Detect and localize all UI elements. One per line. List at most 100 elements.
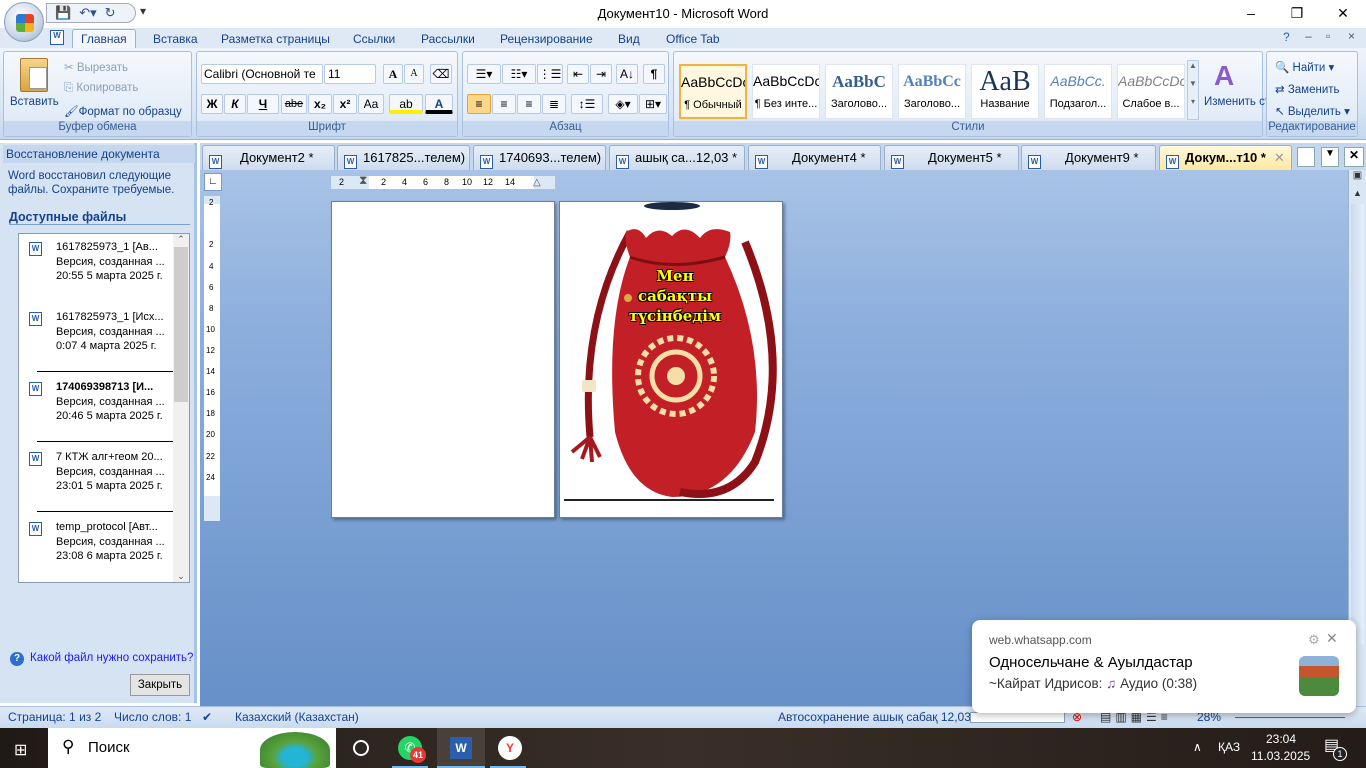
recovered-file-item[interactable]: W 1617825973_1 [Ав... Версия, созданная ..… (19, 236, 174, 306)
copy-button[interactable]: ⎘ Копировать (64, 82, 138, 95)
whatsapp-notification[interactable]: web.whatsapp.com ⚙ ✕ Односельчане & Ауыл… (972, 620, 1356, 713)
tab-review[interactable]: Рецензирование (492, 30, 601, 48)
ribbon-restore-icon[interactable]: ▫ (1326, 29, 1330, 43)
tab-page-layout[interactable]: Разметка страницы (213, 30, 338, 48)
doc-tab[interactable]: W 1740693...телем) (473, 145, 606, 170)
multilevel-list-icon[interactable]: ⋮☰ (537, 64, 563, 84)
find-button[interactable]: 🔍 Найти ▾ (1275, 60, 1334, 74)
tab-office-tab[interactable]: Office Tab (658, 30, 728, 48)
show-hidden-icons[interactable]: ∧ (1193, 740, 1202, 754)
clock-time[interactable]: 23:04 (1266, 732, 1296, 746)
shading-icon[interactable]: ◈▾ (608, 94, 638, 114)
change-case-button[interactable]: Aa (358, 94, 384, 114)
paste-button[interactable]: Вставить (10, 96, 59, 108)
style-subtle-emphasis[interactable]: AaBbCcDc Слабое в... (1117, 64, 1185, 119)
tab-insert[interactable]: Вставка (145, 30, 206, 48)
format-painter-button[interactable]: 🖌Формат по образцу (64, 104, 182, 118)
cut-button[interactable]: ✂ Вырезать (64, 60, 128, 74)
word-taskbar-button[interactable]: W (437, 728, 485, 768)
italic-button[interactable]: К (224, 94, 246, 114)
align-right-icon[interactable]: ≡ (517, 94, 541, 114)
decrease-indent-icon[interactable]: ⇤ (567, 64, 589, 84)
recovered-file-item[interactable]: W 1617825973_1 [Исх... Версия, созданная .… (19, 306, 174, 376)
close-tab-icon[interactable]: ✕ (1274, 150, 1285, 165)
line-spacing-icon[interactable]: ↕☰ (571, 94, 603, 114)
doc-tab[interactable]: W Документ9 * (1021, 145, 1156, 170)
scroll-up-icon[interactable]: ⌃ (173, 234, 189, 245)
style-heading2[interactable]: AaBbCc Заголово... (898, 64, 966, 119)
recovered-file-item[interactable]: W 174069398713 [И... Версия, созданная ...… (19, 376, 174, 446)
help-icon[interactable]: ? (1283, 30, 1290, 44)
ribbon-minimize-icon[interactable]: – (1305, 29, 1312, 43)
which-file-link[interactable]: Какой файл нужно сохранить? (30, 652, 193, 664)
proofing-icon[interactable]: ✔ (202, 710, 212, 724)
underline-button[interactable]: Ч (247, 94, 279, 114)
numbering-icon[interactable]: ☷▾ (502, 64, 536, 84)
style-normal[interactable]: AaBbCcDc ¶ Обычный (679, 64, 747, 119)
doc-tab[interactable]: W Документ2 * (202, 145, 335, 170)
justify-icon[interactable]: ≣ (542, 94, 566, 114)
grow-font-button[interactable]: A (383, 64, 403, 84)
bullets-icon[interactable]: ☰▾ (467, 64, 501, 84)
tab-view[interactable]: Вид (610, 30, 648, 48)
style-subtitle[interactable]: AaBbCc. Подзагол... (1044, 64, 1112, 119)
zoom-slider[interactable] (1235, 717, 1345, 718)
file-list-scrollbar[interactable]: ⌃ ⌄ (173, 234, 189, 582)
font-size-select[interactable]: 11 (324, 64, 376, 84)
style-title[interactable]: AaB Название (971, 64, 1039, 119)
right-indent-icon[interactable]: △ (533, 177, 541, 188)
horizontal-ruler[interactable]: 2 2 4 6 8 10 12 14 ⧗ △ (331, 173, 555, 189)
taskbar-search[interactable]: ⚲ Поиск (48, 728, 336, 768)
subscript-button[interactable]: x₂ (308, 94, 332, 114)
page-count[interactable]: Страница: 1 из 2 (8, 710, 101, 724)
help-icon[interactable]: ? (10, 652, 24, 666)
align-left-icon[interactable]: ≡ (467, 94, 491, 114)
close-pane-button[interactable]: Закрыть (130, 674, 190, 696)
scroll-up-icon[interactable]: ▲ (1349, 188, 1366, 204)
recovered-file-item[interactable]: Wtemp_protocol [Авт... Версия, созданная … (19, 516, 174, 582)
borders-icon[interactable]: ⊞▾ (639, 94, 667, 114)
page-1[interactable] (331, 201, 555, 518)
sort-icon[interactable]: A↓ (616, 64, 638, 84)
highlight-icon[interactable]: ab (389, 94, 423, 114)
doc-tab[interactable]: W Документ5 * (884, 145, 1019, 170)
page-2[interactable]: Мен сабақты түсінбедім (559, 201, 783, 518)
ribbon-close-icon[interactable]: × (1348, 29, 1355, 43)
clock-date[interactable]: 11.03.2025 (1251, 749, 1310, 763)
office-button[interactable] (4, 2, 44, 42)
close-button[interactable]: ✕ (1320, 0, 1366, 28)
cortana-icon[interactable] (353, 740, 369, 756)
windows-start-icon[interactable]: ⊞ (14, 740, 27, 760)
new-tab-icon[interactable] (1297, 147, 1315, 167)
doc-tab[interactable]: Wашық са...12,03 * (609, 145, 745, 170)
close-icon[interactable]: ✕ (1326, 630, 1338, 647)
tab-list-icon[interactable]: ▼ (1321, 147, 1339, 167)
clear-format-icon[interactable]: ⌫ (430, 64, 452, 84)
tab-selector-icon[interactable]: ∟ (204, 173, 222, 191)
shrink-font-button[interactable]: A (404, 64, 424, 84)
replace-button[interactable]: ⇄ Заменить (1275, 82, 1340, 96)
font-color-icon[interactable]: A (425, 94, 453, 114)
vertical-ruler[interactable]: 2 2 4 6 8 10 12 14 16 18 20 22 24 (204, 196, 220, 521)
doc-tab-active[interactable]: W Докум...т10 * ✕ (1159, 145, 1292, 170)
font-name-select[interactable]: Calibri (Основной те (201, 64, 323, 84)
strikethrough-button[interactable]: abe (281, 94, 307, 114)
ruler-toggle-icon[interactable]: ▣ (1349, 170, 1366, 188)
styles-scroll[interactable]: ▲ ▼ ▾ (1187, 60, 1199, 120)
align-center-icon[interactable]: ≡ (492, 94, 516, 114)
scroll-thumb[interactable] (1351, 204, 1364, 644)
show-marks-button[interactable]: ¶ (643, 64, 665, 84)
superscript-button[interactable]: x² (333, 94, 357, 114)
tab-home[interactable]: Главная (72, 29, 136, 49)
word-count[interactable]: Число слов: 1 (114, 710, 191, 724)
doc-tab[interactable]: W 1617825...телем) (337, 145, 470, 170)
tab-mailings[interactable]: Рассылки (413, 30, 483, 48)
language[interactable]: Казахский (Казахстан) (235, 710, 359, 724)
yandex-browser-icon[interactable]: Y (498, 736, 522, 760)
recovered-file-item[interactable]: W 7 КТЖ алг+геом 20... Версия, созданная .… (19, 446, 174, 516)
tab-references[interactable]: Ссылки (345, 30, 403, 48)
maximize-button[interactable]: ❐ (1274, 0, 1320, 28)
scroll-down-icon[interactable]: ⌄ (173, 571, 189, 582)
style-no-spacing[interactable]: AaBbCcDc ¶ Без инте... (752, 64, 820, 119)
bold-button[interactable]: Ж (201, 94, 223, 114)
